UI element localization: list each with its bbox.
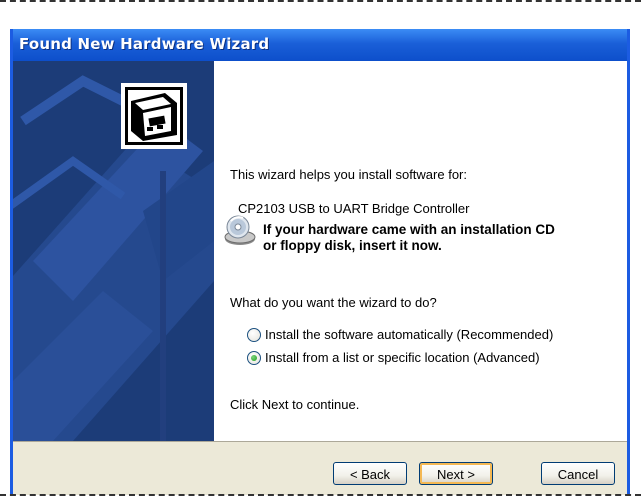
cd-notice-line1: If your hardware came with an installati…	[263, 222, 555, 237]
wizard-side-panel	[13, 61, 214, 441]
hardware-wizard-icon	[121, 83, 187, 149]
radio-button[interactable]	[247, 328, 261, 342]
cd-drive-icon	[223, 213, 257, 247]
radio-label-automatic[interactable]: Install the software automatically (Reco…	[265, 327, 553, 342]
wizard-question: What do you want the wizard to do?	[230, 295, 437, 310]
continue-text: Click Next to continue.	[230, 397, 360, 412]
wizard-content: This wizard helps you install software f…	[214, 61, 627, 441]
cancel-button[interactable]: Cancel	[541, 462, 615, 485]
radio-selected-dot	[251, 355, 257, 361]
back-button[interactable]: < Back	[333, 462, 407, 485]
dashed-border-bottom	[0, 494, 641, 500]
next-button[interactable]: Next >	[419, 462, 493, 485]
window-title: Found New Hardware Wizard	[19, 35, 270, 53]
button-bar: < Back Next > Cancel	[13, 441, 627, 495]
radio-label-advanced[interactable]: Install from a list or specific location…	[265, 350, 540, 365]
intro-text: This wizard helps you install software f…	[230, 167, 467, 182]
title-bar[interactable]: Found New Hardware Wizard	[13, 29, 627, 61]
radio-button-selected[interactable]	[247, 351, 261, 365]
wizard-window: Found New Hardware Wizard This wizard he…	[10, 29, 630, 495]
cd-notice-line2: or floppy disk, insert it now.	[263, 238, 442, 253]
device-name: CP2103 USB to UART Bridge Controller	[238, 201, 470, 216]
dashed-border-top	[0, 0, 641, 6]
